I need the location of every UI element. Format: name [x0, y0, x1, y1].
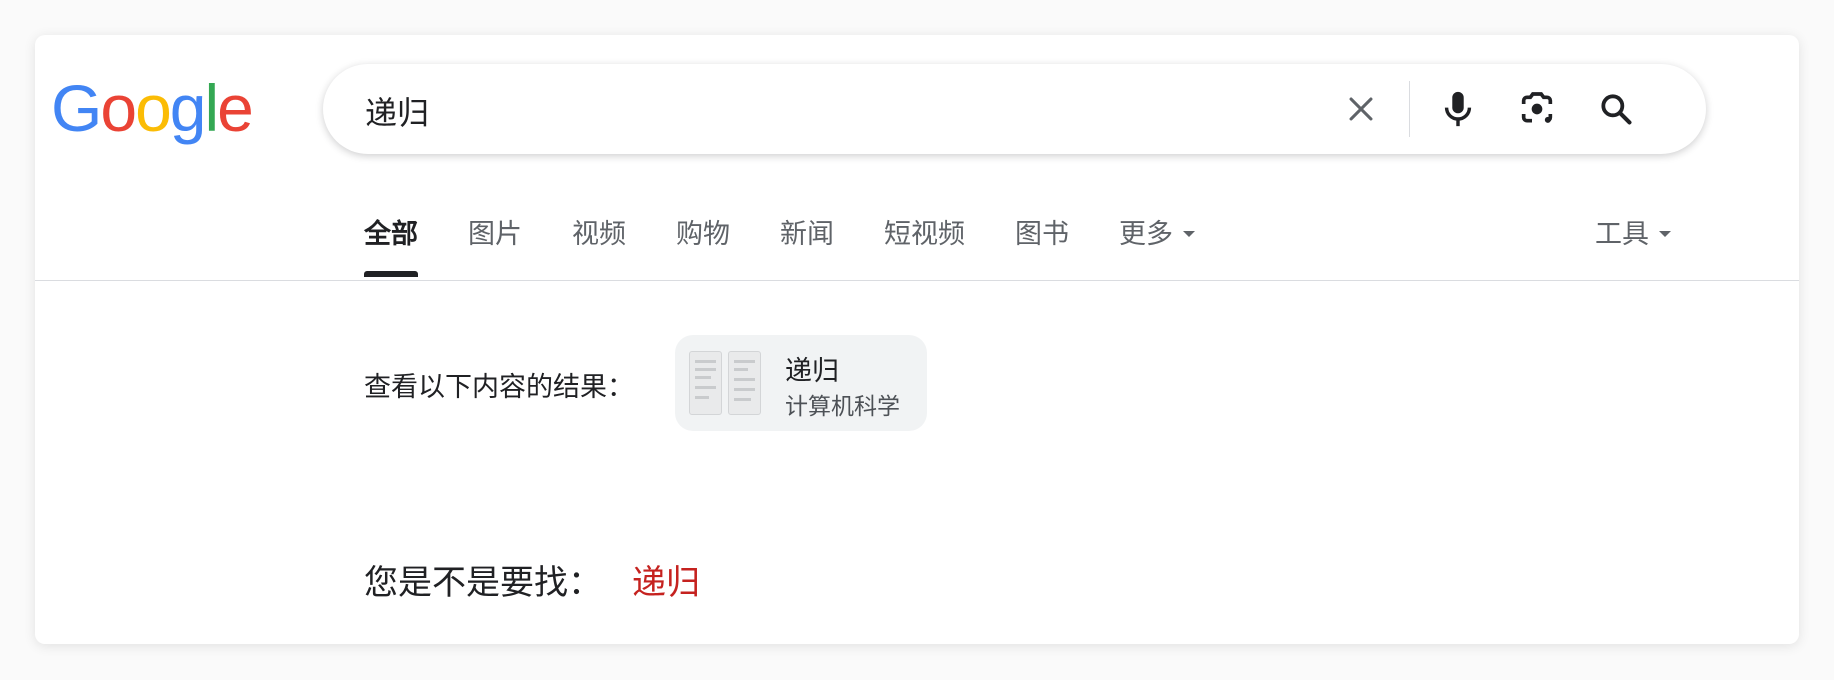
microphone-icon[interactable]: [1434, 85, 1482, 133]
tab-short-videos[interactable]: 短视频: [884, 212, 965, 273]
close-icon[interactable]: [1337, 85, 1385, 133]
search-bar[interactable]: 递归: [323, 64, 1706, 154]
search-icon[interactable]: [1592, 85, 1640, 133]
chevron-down-icon: [1183, 230, 1195, 237]
results-page: Google 递归 全部 图片 视频 购物 新闻 短视频 图书 更多 工具 查看…: [35, 35, 1799, 644]
document-icon: [689, 351, 722, 415]
tools-label: 工具: [1595, 219, 1649, 250]
entity-chip[interactable]: 递归 计算机科学: [675, 335, 927, 431]
chevron-down-icon: [1659, 230, 1671, 237]
did-you-mean: 您是不是要找： 递归: [364, 555, 700, 604]
tab-all[interactable]: 全部: [364, 212, 418, 277]
search-input[interactable]: 递归: [365, 88, 429, 134]
logo-letter: o: [135, 71, 172, 145]
see-results-label: 查看以下内容的结果：: [364, 372, 634, 403]
logo-letter: o: [100, 71, 137, 145]
tools-button[interactable]: 工具: [1595, 212, 1671, 273]
tab-shopping[interactable]: 购物: [676, 212, 730, 273]
logo-letter: G: [51, 71, 102, 145]
tab-more-label: 更多: [1119, 219, 1173, 250]
tab-videos[interactable]: 视频: [572, 212, 626, 273]
did-you-mean-label: 您是不是要找：: [364, 563, 602, 603]
search-divider: [1409, 81, 1410, 137]
chip-title: 递归: [785, 356, 839, 387]
camera-lens-icon[interactable]: [1513, 85, 1561, 133]
tab-books[interactable]: 图书: [1015, 212, 1069, 273]
google-logo[interactable]: Google: [51, 71, 254, 145]
did-you-mean-link[interactable]: 递归: [632, 563, 700, 603]
logo-letter: e: [217, 71, 254, 145]
document-icon: [728, 351, 761, 415]
search-tabs: 全部 图片 视频 购物 新闻 短视频 图书 更多 工具: [35, 175, 1799, 281]
logo-letter: g: [169, 71, 207, 145]
tab-images[interactable]: 图片: [468, 212, 522, 273]
tab-news[interactable]: 新闻: [780, 212, 834, 273]
logo-letter: l: [204, 71, 220, 145]
chip-subtitle: 计算机科学: [785, 394, 900, 420]
chip-thumbnail: [689, 351, 761, 415]
tab-more[interactable]: 更多: [1119, 212, 1195, 273]
